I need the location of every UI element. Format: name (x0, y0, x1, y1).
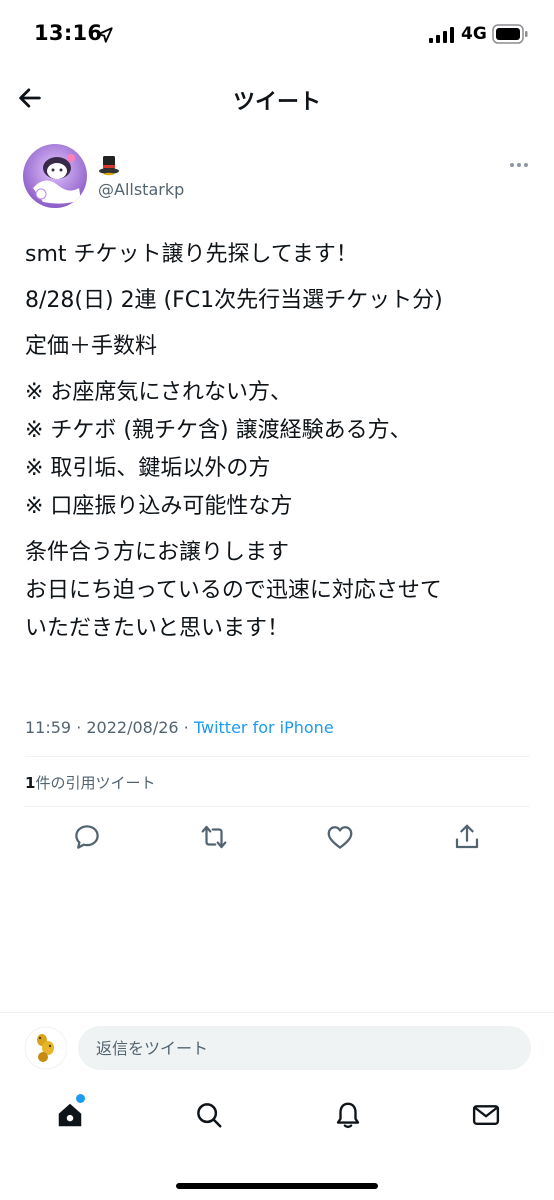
retweet-icon[interactable] (199, 822, 229, 852)
tweet-line: ※ 口座振り込み可能性な方 (25, 494, 293, 519)
quote-label: 件の引用ツイート (35, 774, 156, 792)
tweet-paragraph: ※ お座席気にされない方、 ※ チケボ (親チケ含) 譲渡経験ある方、 ※ 取引… (25, 374, 535, 526)
tweet-text: smt チケット譲り先探してます！ 8/28(日) 2連 (FC1次先行当選チケ… (25, 236, 535, 656)
quote-tweets-link[interactable]: 1件の引用ツイート (25, 772, 155, 793)
divider (25, 756, 530, 757)
tweet-time: 11:59 (25, 718, 72, 737)
header: ツイート (0, 72, 554, 124)
divider (25, 806, 530, 807)
page-title: ツイート (232, 90, 321, 115)
tweet-paragraph: smt チケット譲り先探してます！ (25, 236, 535, 274)
tweet-line: ※ チケボ (親チケ含) 譲渡経験ある方、 (25, 418, 412, 443)
tweet-line: 条件合う方にお譲りします (25, 540, 290, 565)
more-options-icon[interactable] (508, 158, 530, 172)
search-icon[interactable] (194, 1100, 224, 1130)
share-icon[interactable] (452, 822, 482, 852)
tweet-paragraph: 定価＋手数料 (25, 328, 535, 366)
tweet-line: いただきたいと思います！ (25, 616, 290, 641)
notifications-icon[interactable] (333, 1100, 363, 1130)
tweet-paragraph: 8/28(日) 2連 (FC1次先行当選チケット分) (25, 282, 535, 320)
meta-separator: · (71, 718, 87, 737)
messages-icon[interactable] (471, 1100, 501, 1130)
reply-icon[interactable] (72, 822, 102, 852)
quote-count: 1 (25, 774, 36, 792)
my-avatar-image (24, 1026, 68, 1070)
my-avatar (24, 1026, 68, 1070)
top-hat-icon (99, 156, 119, 176)
home-indicator (176, 1183, 378, 1189)
meta-separator: · (178, 718, 194, 737)
location-arrow-icon (97, 27, 113, 43)
battery-icon (492, 24, 528, 44)
status-time: 13:16 (34, 21, 103, 45)
tweet-line: smt チケット譲り先探してます！ (25, 242, 358, 267)
tweet-paragraph: 条件合う方にお譲りします お日にち迫っているので迅速に対応させて いただきたいと… (25, 534, 535, 648)
divider (0, 1012, 554, 1013)
tweet-line: ※ 取引垢、鍵垢以外の方 (25, 456, 271, 481)
like-icon[interactable] (325, 822, 355, 852)
reply-input[interactable] (78, 1026, 531, 1070)
tweet-date: 2022/08/26 (86, 718, 179, 737)
tweet-source-link[interactable]: Twitter for iPhone (194, 718, 334, 737)
avatar-image (23, 144, 87, 208)
signal-icon (429, 27, 454, 43)
tweet-line: 8/28(日) 2連 (FC1次先行当選チケット分) (25, 288, 443, 313)
notification-dot (76, 1094, 85, 1103)
author-handle[interactable]: @Allstarkp (98, 180, 184, 199)
tweet-line: ※ お座席気にされない方、 (25, 380, 292, 405)
author-avatar[interactable] (23, 144, 87, 208)
tweet-line: お日にち迫っているので迅速に対応させて (25, 578, 442, 603)
home-icon[interactable] (55, 1100, 85, 1130)
status-bar: 13:16 4G (0, 0, 554, 72)
tweet-line: 定価＋手数料 (25, 334, 158, 359)
network-label: 4G (461, 24, 487, 44)
tweet-meta: 11:59 · 2022/08/26 · Twitter for iPhone (25, 718, 334, 737)
